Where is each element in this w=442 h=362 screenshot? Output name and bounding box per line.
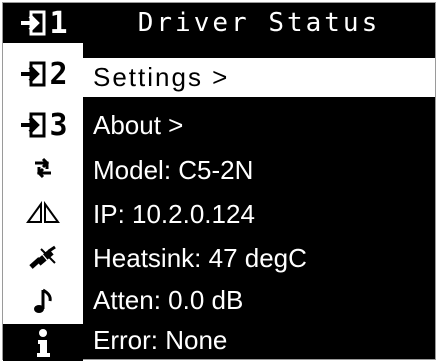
page-title: Driver Status — [83, 3, 435, 43]
sidebar-item-loop[interactable] — [3, 148, 83, 188]
menu-item-settings[interactable]: Settings > — [83, 58, 435, 97]
input-2-group: 2 — [19, 56, 68, 92]
input-icon — [21, 112, 46, 138]
info-icon — [37, 328, 50, 357]
sidebar-item-input-3[interactable]: 3 — [3, 106, 83, 144]
sidebar-item-label: 3 — [49, 107, 67, 143]
input-3-group: 3 — [19, 107, 68, 143]
sidebar-item-label: 1 — [49, 5, 67, 41]
loop-arrows-icon — [35, 157, 51, 179]
model-readout: Model: C5-2N — [93, 155, 254, 185]
display-screen: 1 2 3 Driver Status Settings > About > M… — [2, 2, 436, 361]
sidebar-item-audio[interactable] — [3, 281, 83, 321]
sidebar: 1 2 3 — [3, 3, 83, 361]
input-1-group: 1 — [19, 5, 68, 41]
menu-item-about[interactable]: About > — [83, 106, 435, 145]
heatsink-readout: Heatsink: 47 degC — [93, 243, 307, 273]
sidebar-item-input-2[interactable]: 2 — [3, 55, 83, 93]
stereo-triangles-icon — [26, 201, 60, 223]
main-panel: Driver Status Settings > About > Model: … — [83, 3, 435, 359]
ip-readout: IP: 10.2.0.124 — [93, 199, 255, 229]
atten-readout: Atten: 0.0 dB — [93, 285, 244, 315]
disconnected-plug-icon — [29, 245, 56, 269]
sidebar-item-input-1[interactable]: 1 — [3, 3, 83, 43]
error-readout: Error: None — [93, 325, 228, 355]
sidebar-item-info[interactable] — [3, 324, 83, 361]
music-note-icon — [34, 288, 52, 313]
sidebar-item-connection[interactable] — [3, 238, 83, 278]
sidebar-item-label: 2 — [49, 56, 67, 92]
input-icon — [21, 10, 46, 36]
input-icon — [21, 61, 46, 87]
sidebar-item-stereo[interactable] — [3, 193, 83, 233]
